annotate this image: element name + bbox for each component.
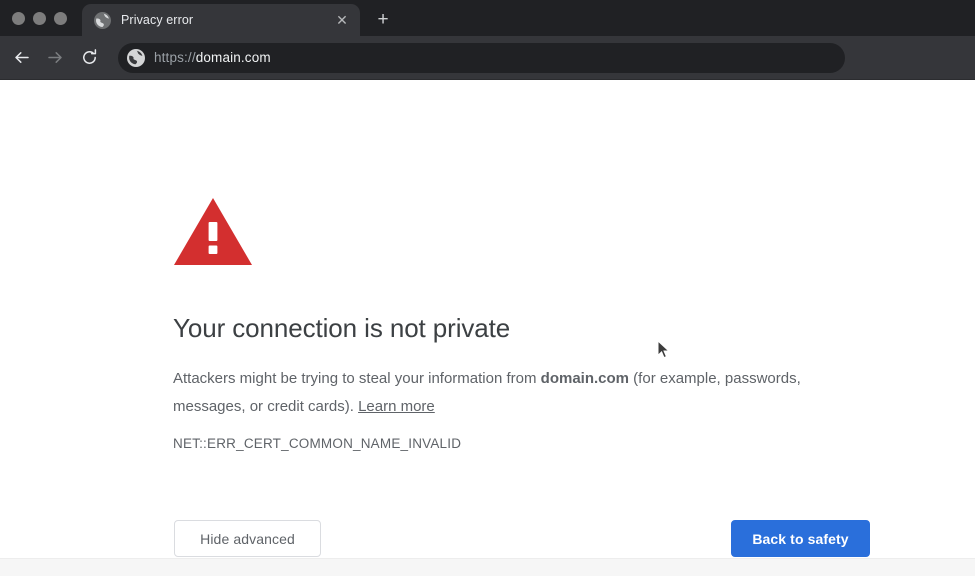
forward-button[interactable]: [38, 41, 72, 75]
tab-title: Privacy error: [121, 13, 194, 27]
close-icon[interactable]: ✕: [334, 12, 350, 28]
description-domain: domain.com: [540, 370, 630, 387]
url-scheme: https://: [154, 50, 196, 65]
zoom-window-button[interactable]: [54, 11, 67, 25]
browser-window: Privacy error ✕ + https://domain.com You…: [0, 0, 975, 576]
reload-icon: [80, 48, 99, 67]
error-code: NET::ERR_CERT_COMMON_NAME_INVALID: [173, 436, 462, 451]
globe-warning-icon: [94, 11, 111, 29]
ssl-interstitial: Your connection is not private Attackers…: [173, 196, 873, 451]
advanced-panel-strip: [0, 558, 975, 576]
window-traffic-lights: [0, 0, 82, 36]
not-secure-info-icon[interactable]: [127, 48, 145, 67]
url-host: domain.com: [195, 50, 271, 65]
new-tab-button[interactable]: +: [369, 6, 397, 34]
description-part1: Attackers might be trying to steal your …: [173, 370, 541, 387]
interstitial-description: Attackers might be trying to steal your …: [173, 365, 838, 421]
learn-more-link[interactable]: Learn more: [358, 398, 435, 415]
browser-toolbar: https://domain.com: [0, 36, 975, 80]
red-warning-triangle-icon: [173, 196, 873, 268]
back-to-safety-button[interactable]: Back to safety: [731, 520, 870, 557]
back-arrow-icon: [12, 48, 31, 67]
hide-advanced-button[interactable]: Hide advanced: [174, 520, 321, 557]
page-title: Your connection is not private: [173, 313, 511, 343]
reload-button[interactable]: [72, 41, 106, 75]
address-bar[interactable]: https://domain.com: [118, 42, 845, 73]
browser-tab-privacy-error[interactable]: Privacy error ✕: [82, 4, 360, 36]
tab-strip: Privacy error ✕ +: [0, 0, 975, 36]
forward-arrow-icon: [46, 48, 65, 67]
close-window-button[interactable]: [12, 11, 25, 25]
minimize-window-button[interactable]: [33, 11, 46, 25]
page-viewport: Your connection is not private Attackers…: [0, 81, 975, 576]
address-bar-url: https://domain.com: [154, 50, 271, 65]
back-button[interactable]: [4, 41, 38, 75]
interstitial-button-row: Hide advanced Back to safety: [174, 520, 870, 558]
